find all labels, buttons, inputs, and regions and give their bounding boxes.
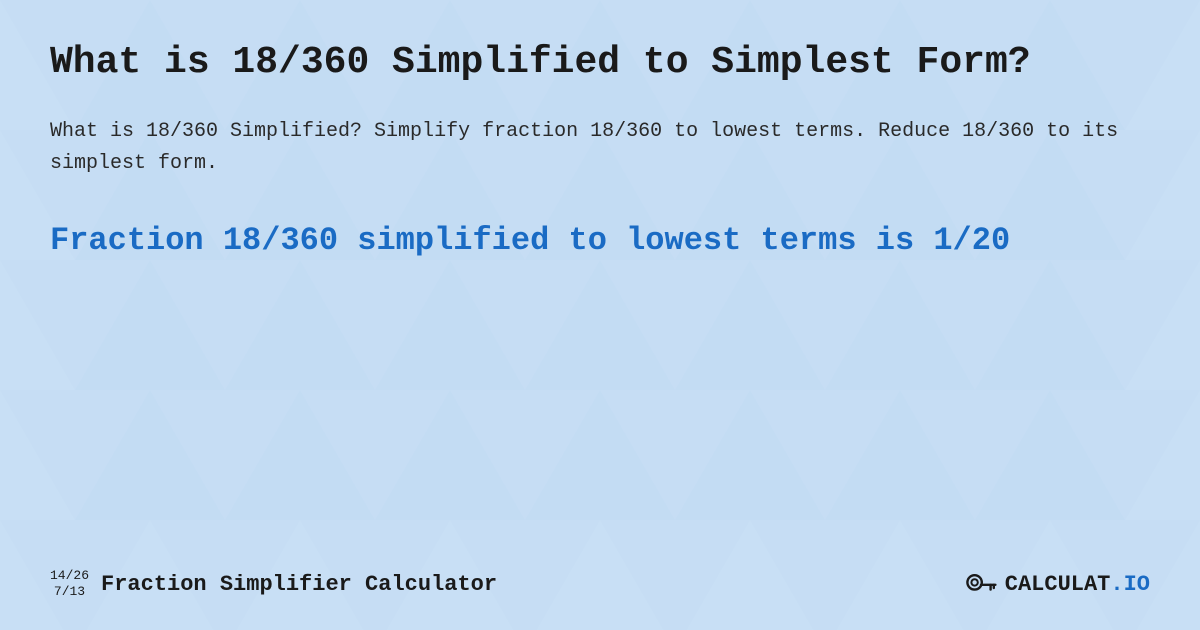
footer-left: 14/26 7/13 Fraction Simplifier Calculato… <box>50 568 497 599</box>
fraction-top: 14/26 <box>50 568 89 584</box>
footer-fraction: 14/26 7/13 <box>50 568 89 599</box>
fraction-bottom: 7/13 <box>54 584 85 600</box>
footer-brand-text: Fraction Simplifier Calculator <box>101 572 497 597</box>
page-title: What is 18/360 Simplified to Simplest Fo… <box>50 40 1150 86</box>
result-heading: Fraction 18/360 simplified to lowest ter… <box>50 220 1150 262</box>
footer-logo: CALCULAT.IO <box>965 568 1150 600</box>
key-icon <box>965 568 997 600</box>
page-footer: 14/26 7/13 Fraction Simplifier Calculato… <box>50 558 1150 600</box>
logo-text: CALCULAT.IO <box>1005 572 1150 597</box>
page-description: What is 18/360 Simplified? Simplify frac… <box>50 116 1150 180</box>
logo-highlight: .IO <box>1110 572 1150 597</box>
